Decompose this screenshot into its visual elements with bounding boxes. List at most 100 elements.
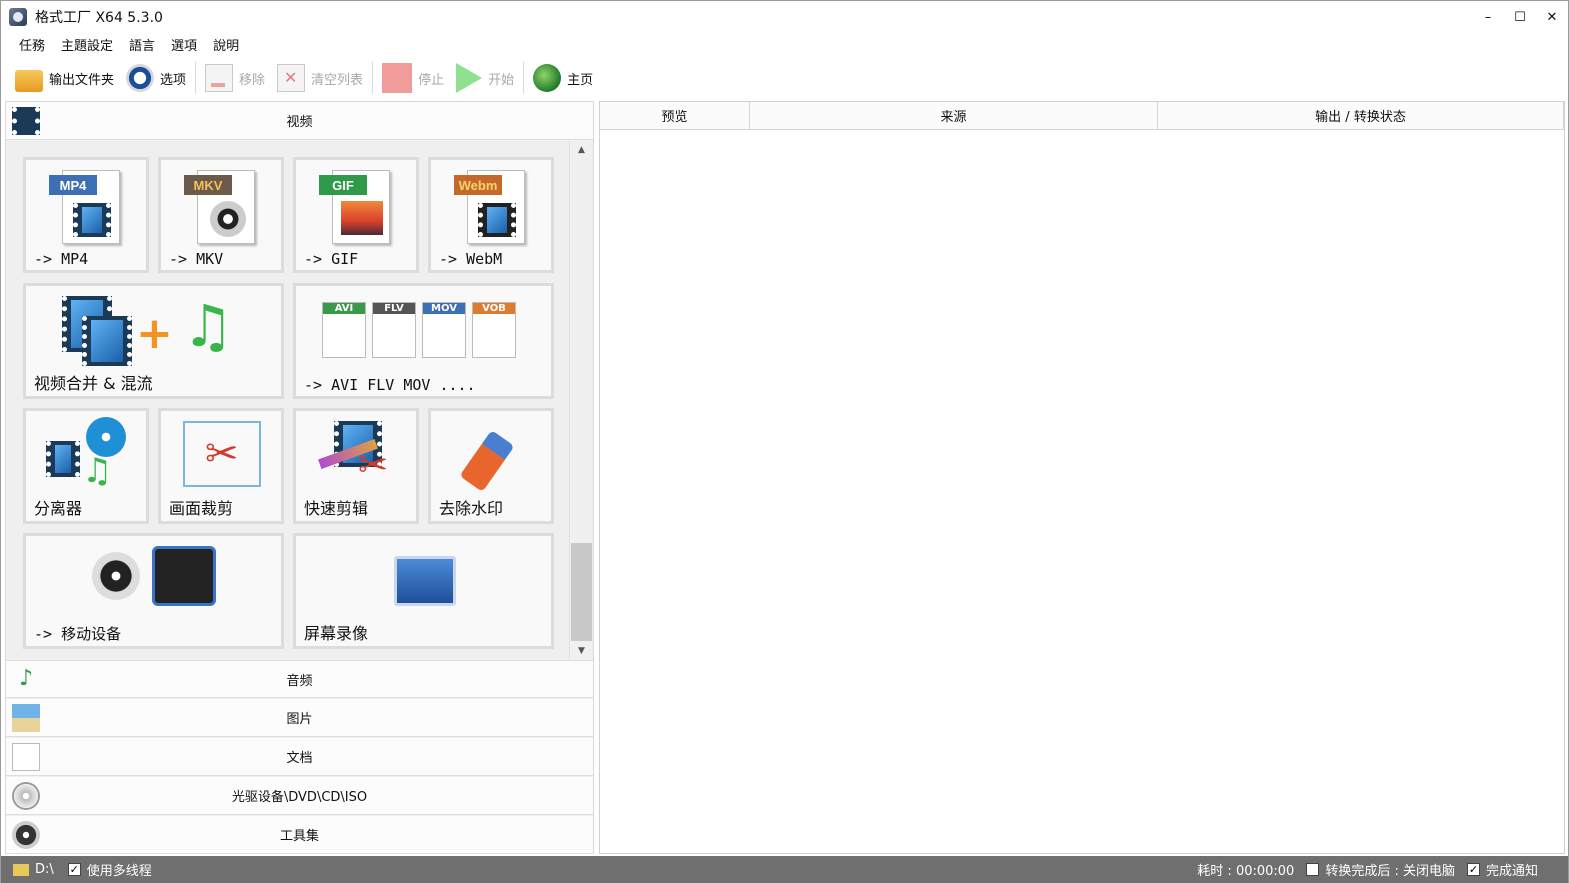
column-source[interactable]: 来源 [750, 102, 1158, 130]
avi-file-icon: AVI [322, 302, 366, 358]
tile-label: -> GIF [304, 250, 359, 268]
tile-label: 快速剪辑 [304, 499, 369, 518]
menu-theme[interactable]: 主題設定 [53, 35, 121, 54]
notify-label: 完成通知 [1485, 864, 1538, 879]
tile-label: -> WebM [439, 250, 503, 268]
film-icon [73, 203, 111, 237]
clear-list-button[interactable]: 清空列表 [271, 59, 369, 97]
tile-label: 分离器 [34, 499, 83, 518]
flv-tag: FLV [373, 303, 415, 314]
menu-options[interactable]: 選項 [163, 35, 205, 54]
film-strip-icon [12, 107, 40, 135]
output-drive-path[interactable]: D:\ [35, 862, 54, 877]
function-panel: 视频 MP4 -> MP4 MKV -> MKV GIF -> GIF Webm… [5, 101, 594, 854]
tile-label: -> 移动设备 [34, 625, 122, 643]
mp4-file-icon: MP4 [49, 170, 120, 244]
tile-to-webm[interactable]: Webm -> WebM [428, 157, 554, 273]
category-audio-label: 音频 [286, 673, 313, 689]
output-folder-label: 输出文件夹 [49, 72, 115, 88]
category-video[interactable]: 视频 [6, 102, 593, 140]
menu-language[interactable]: 語言 [121, 35, 163, 54]
tile-label: 画面裁剪 [169, 499, 234, 518]
tile-video-merge[interactable]: + ♫ 视频合并 & 混流 [23, 283, 284, 399]
after-convert-checkbox[interactable] [1306, 863, 1320, 876]
remove-button[interactable]: 移除 [199, 59, 271, 97]
remove-document-icon [205, 64, 234, 92]
remove-label: 移除 [239, 72, 266, 88]
stop-icon [382, 63, 413, 93]
toolbar: 输出文件夹 选项 移除 清空列表 停止 开始 主页 [9, 59, 599, 97]
drive-folder-icon [13, 863, 29, 876]
music-note-icon: ♫ [182, 292, 234, 360]
category-tools[interactable]: 工具集 [6, 816, 593, 854]
tile-to-other-formats[interactable]: AVI FLV MOV VOB -> AVI FLV MOV .... [293, 283, 554, 399]
mp4-tag: MP4 [49, 175, 97, 195]
minimize-button[interactable]: – [1472, 1, 1504, 33]
tile-to-gif[interactable]: GIF -> GIF [293, 157, 419, 273]
category-disc-label: 光驱设备\DVD\CD\ISO [231, 790, 368, 805]
status-bar: D:\ ✓ 使用多线程 耗时 : 00:00:00 转换完成后 : 关闭电脑 ✓… [1, 856, 1568, 883]
category-disc[interactable]: 光驱设备\DVD\CD\ISO [6, 777, 593, 815]
gif-tag: GIF [319, 175, 367, 195]
menu-help[interactable]: 說明 [205, 35, 247, 54]
multithread-checkbox[interactable]: ✓ [67, 863, 81, 876]
multithread-label: 使用多线程 [86, 864, 152, 879]
tile-to-mkv[interactable]: MKV -> MKV [158, 157, 284, 273]
home-button[interactable]: 主页 [527, 59, 599, 97]
stop-label: 停止 [418, 72, 445, 88]
category-video-label: 视频 [286, 115, 313, 130]
start-label: 开始 [488, 72, 515, 88]
menu-bar: 任務 主題設定 語言 選項 說明 [11, 33, 247, 55]
clear-list-icon [277, 64, 306, 92]
notify-checkbox[interactable]: ✓ [1466, 863, 1480, 876]
category-document[interactable]: 文档 [6, 738, 593, 776]
tile-quick-edit[interactable]: ✂ 快速剪辑 [293, 408, 419, 524]
vob-tag: VOB [473, 303, 515, 314]
category-audio[interactable]: ♪ 音频 [6, 660, 593, 698]
task-list-panel[interactable]: 预览 来源 输出 / 转换状态 [599, 101, 1565, 854]
film-reel-icon [210, 201, 246, 237]
tile-grid-scrollbar[interactable]: ▲ ▼ [569, 141, 593, 660]
menu-task[interactable]: 任務 [11, 35, 53, 54]
column-output-status[interactable]: 输出 / 转换状态 [1158, 102, 1564, 130]
output-folder-button[interactable]: 输出文件夹 [9, 59, 120, 97]
scroll-up-arrow-icon[interactable]: ▲ [570, 141, 593, 159]
tile-remove-watermark[interactable]: 去除水印 [428, 408, 554, 524]
tile-label: 屏幕录像 [304, 624, 369, 643]
tile-splitter[interactable]: ♫ 分离器 [23, 408, 149, 524]
close-button[interactable]: ✕ [1536, 1, 1568, 33]
title-bar: 格式工厂 X64 5.3.0 – ☐ ✕ [1, 1, 1568, 33]
folder-icon [15, 70, 43, 92]
mov-file-icon: MOV [422, 302, 466, 358]
tile-crop[interactable]: ✂ 画面裁剪 [158, 408, 284, 524]
scroll-thumb[interactable] [571, 543, 592, 641]
tools-reel-icon [12, 821, 40, 849]
start-button[interactable]: 开始 [450, 59, 520, 97]
app-logo-icon [9, 8, 27, 26]
category-image-label: 图片 [286, 712, 313, 727]
elapsed-time: 耗时 : 00:00:00 [1197, 864, 1295, 879]
toolbar-divider [523, 62, 525, 94]
avi-tag: AVI [323, 303, 365, 314]
maximize-button[interactable]: ☐ [1504, 1, 1536, 33]
mobile-phone-icon [152, 546, 216, 606]
globe-icon [533, 64, 562, 92]
tile-label: -> AVI FLV MOV .... [304, 376, 476, 394]
music-note-icon: ♫ [82, 451, 113, 491]
film-reel-icon [92, 552, 140, 600]
mkv-tag: MKV [184, 175, 232, 195]
window-title: 格式工厂 X64 5.3.0 [35, 10, 163, 26]
eraser-icon [459, 430, 515, 492]
flv-file-icon: FLV [372, 302, 416, 358]
tile-to-mp4[interactable]: MP4 -> MP4 [23, 157, 149, 273]
tile-mobile-device[interactable]: -> 移动设备 [23, 533, 284, 649]
options-button[interactable]: 选项 [120, 59, 192, 97]
category-document-label: 文档 [286, 751, 313, 766]
stop-button[interactable]: 停止 [376, 59, 450, 97]
scroll-down-arrow-icon[interactable]: ▼ [570, 642, 593, 660]
video-stack-icon [82, 316, 132, 366]
column-preview[interactable]: 预览 [600, 102, 750, 130]
category-image[interactable]: 图片 [6, 699, 593, 737]
film-play-icon [478, 203, 516, 237]
tile-screen-recorder[interactable]: 屏幕录像 [293, 533, 554, 649]
